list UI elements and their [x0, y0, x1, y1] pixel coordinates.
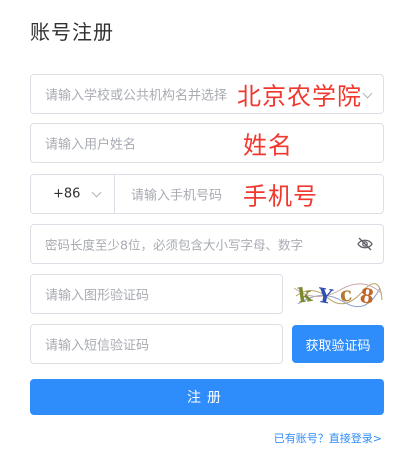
sms-code-placeholder: 请输入短信验证码	[45, 338, 150, 354]
register-button[interactable]: 注册	[30, 379, 384, 415]
phone-input[interactable]: 请输入手机号码	[131, 185, 222, 204]
sms-code-input[interactable]: 请输入短信验证码	[30, 324, 283, 364]
password-input[interactable]: 密码长度至少8位，必须包含大小写字母、数字	[30, 224, 384, 264]
page-title: 账号注册	[30, 20, 114, 44]
school-select-placeholder: 请输入学校或公共机构名并选择	[45, 88, 228, 104]
phone-field: +86 请输入手机号码 手机号	[30, 174, 384, 214]
chevron-down-icon	[362, 88, 373, 99]
school-annotation: 北京农学院	[237, 82, 362, 111]
captcha-image[interactable]: k Y c 8	[292, 274, 384, 314]
name-annotation: 姓名	[243, 131, 293, 160]
get-sms-code-button[interactable]: 获取验证码	[292, 325, 384, 363]
chevron-down-icon	[91, 187, 102, 198]
country-code-select[interactable]: +86	[31, 175, 115, 213]
phone-annotation: 手机号	[243, 182, 318, 211]
eye-off-icon[interactable]	[357, 237, 373, 251]
name-input[interactable]: 请输入用户姓名 姓名	[30, 123, 384, 163]
name-input-placeholder: 请输入用户姓名	[45, 137, 137, 153]
captcha-input[interactable]: 请输入图形验证码	[30, 274, 283, 314]
password-input-placeholder: 密码长度至少8位，必须包含大小写字母、数字	[45, 237, 303, 253]
svg-text:c: c	[339, 282, 354, 307]
school-select[interactable]: 请输入学校或公共机构名并选择 北京农学院	[30, 74, 384, 114]
country-code-value: +86	[53, 186, 81, 202]
login-link[interactable]: 已有账号？直接登录>	[274, 430, 382, 446]
captcha-input-placeholder: 请输入图形验证码	[45, 288, 150, 304]
